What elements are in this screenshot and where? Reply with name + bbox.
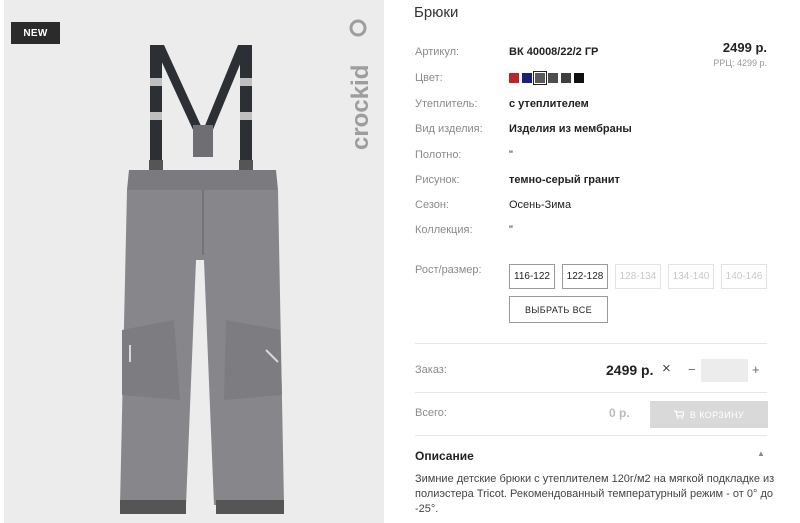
order-price: 2499 р. [606,362,654,378]
add-to-cart-label: В КОРЗИНУ [689,409,745,420]
new-badge: NEW [11,22,60,44]
divider [415,435,767,436]
insulation-value: с утеплителем [509,98,589,110]
brand-logo-text: crockid [347,65,374,150]
collection-label: Коллекция: [415,224,473,236]
size-option[interactable]: 122-128 [562,264,608,289]
article-label: Артикул: [415,46,460,58]
season-label: Сезон: [415,199,449,211]
chevron-up-icon[interactable]: ▲ [757,449,765,458]
multiply-icon: × [662,360,671,377]
season-value: Осень-Зима [509,199,572,211]
size-option[interactable]: 116-122 [509,264,555,289]
color-swatch[interactable] [509,73,519,83]
article-value: ВК 40008/22/2 ГР [509,46,599,58]
size-option: 134-140 [668,264,714,289]
cart-icon [673,410,684,419]
pattern-label: Рисунок: [415,174,460,186]
color-swatch[interactable] [522,73,532,83]
pattern-value: темно-серый гранит [509,174,620,186]
color-swatch[interactable] [561,73,571,83]
size-label: Рост/размер: [415,264,482,276]
pants-image [120,45,284,514]
order-label: Заказ: [415,364,447,376]
quantity-input[interactable] [701,359,748,382]
product-photo[interactable]: NEW crockid [4,0,384,523]
size-option: 140-146 [721,264,767,289]
size-options: 116-122 122-128 128-134 134-140 140-146 [509,264,767,289]
divider [415,343,767,344]
color-swatch[interactable] [533,71,547,85]
description-title[interactable]: Описание [415,449,474,463]
divider [415,392,767,393]
collection-value: " [509,224,513,236]
add-to-cart-button[interactable]: В КОРЗИНУ [650,401,768,428]
type-value: Изделия из мембраны [509,123,632,135]
brand-logo: crockid [347,19,374,150]
color-swatch[interactable] [574,73,584,83]
quantity-decrease-button[interactable]: − [688,362,696,377]
size-option: 128-134 [615,264,661,289]
quantity-increase-button[interactable]: + [752,362,760,377]
price-main: 2499 р. [722,40,767,55]
total-label: Всего: [415,407,447,419]
fabric-value: " [509,149,513,161]
total-value: 0 р. [609,406,630,420]
color-swatch[interactable] [548,73,558,83]
product-title: Брюки [414,4,459,21]
price-rrp: РРЦ: 4299 р. [713,58,767,68]
select-all-button[interactable]: ВЫБРАТЬ ВСЕ [509,296,608,323]
color-swatches [509,71,584,85]
description-text: Зимние детские брюки с утеплителем 120г/… [415,473,775,515]
type-label: Вид изделия: [415,123,483,135]
fabric-label: Полотно: [415,149,462,161]
color-label: Цвет: [415,72,443,84]
insulation-label: Утеплитель: [415,98,478,110]
